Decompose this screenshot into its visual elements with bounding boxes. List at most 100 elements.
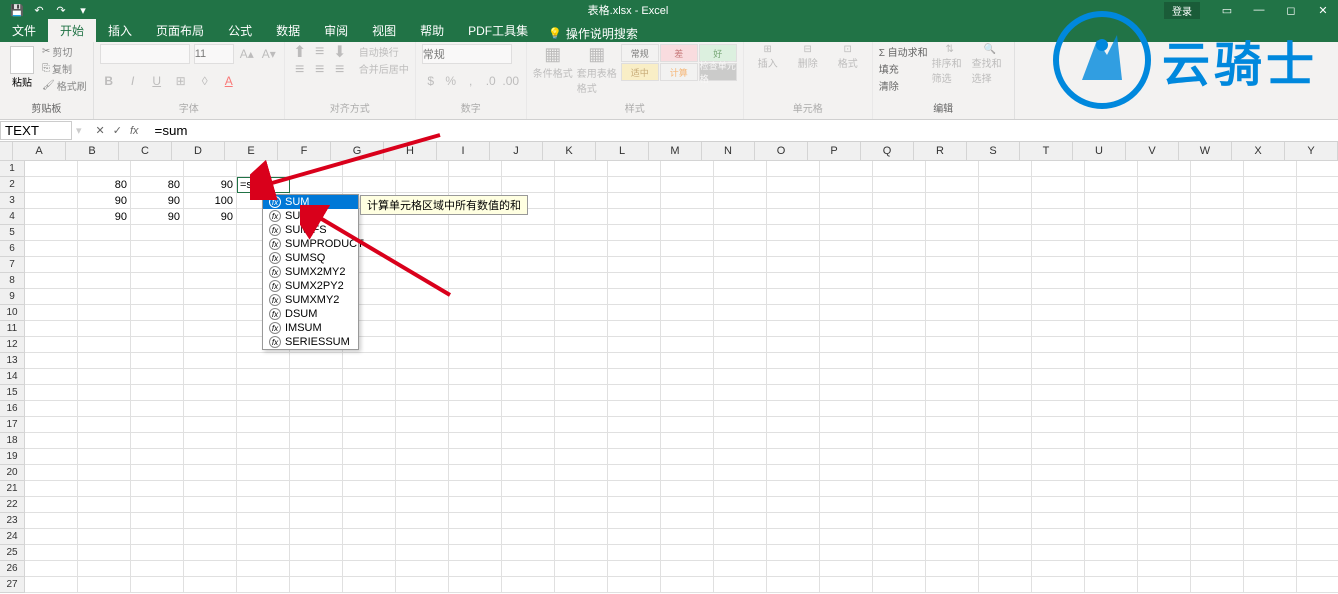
- cell[interactable]: [979, 321, 1032, 337]
- cell[interactable]: [1085, 545, 1138, 561]
- cell[interactable]: [25, 481, 78, 497]
- cell[interactable]: [608, 545, 661, 561]
- cell[interactable]: [25, 385, 78, 401]
- cell[interactable]: [873, 289, 926, 305]
- tab-formulas[interactable]: 公式: [216, 19, 264, 42]
- cell[interactable]: [608, 369, 661, 385]
- font-color-button[interactable]: A: [220, 72, 238, 90]
- cell[interactable]: [343, 513, 396, 529]
- cell[interactable]: [1032, 417, 1085, 433]
- cell[interactable]: [767, 465, 820, 481]
- cell[interactable]: [184, 449, 237, 465]
- autocomplete-item[interactable]: fxIMSUM: [263, 321, 358, 335]
- cell[interactable]: [608, 241, 661, 257]
- cell[interactable]: [1191, 337, 1244, 353]
- cell[interactable]: [661, 449, 714, 465]
- cell[interactable]: [555, 337, 608, 353]
- cell[interactable]: [449, 321, 502, 337]
- cell[interactable]: [714, 337, 767, 353]
- cell[interactable]: [926, 369, 979, 385]
- cell[interactable]: [873, 273, 926, 289]
- cell[interactable]: [873, 449, 926, 465]
- cell[interactable]: [290, 433, 343, 449]
- cell[interactable]: [1138, 465, 1191, 481]
- cell[interactable]: [78, 433, 131, 449]
- cell[interactable]: [555, 305, 608, 321]
- cell[interactable]: [1085, 161, 1138, 177]
- cell[interactable]: [184, 337, 237, 353]
- cell[interactable]: [396, 337, 449, 353]
- cell[interactable]: [820, 177, 873, 193]
- cell[interactable]: [1032, 465, 1085, 481]
- column-header[interactable]: Q: [861, 142, 914, 161]
- cell[interactable]: [767, 401, 820, 417]
- cell[interactable]: [1032, 561, 1085, 577]
- cell[interactable]: [237, 465, 290, 481]
- cell[interactable]: [25, 561, 78, 577]
- cell[interactable]: [1085, 385, 1138, 401]
- align-left-button[interactable]: ≡: [291, 62, 309, 78]
- autosum-button[interactable]: Σ 自动求和: [879, 44, 928, 59]
- row-header[interactable]: 5: [0, 225, 25, 241]
- cell[interactable]: [926, 561, 979, 577]
- cell[interactable]: [78, 545, 131, 561]
- cell[interactable]: [449, 433, 502, 449]
- column-header[interactable]: L: [596, 142, 649, 161]
- cell[interactable]: [714, 513, 767, 529]
- align-top-button[interactable]: ⬆: [291, 44, 309, 60]
- cell[interactable]: [767, 193, 820, 209]
- cell[interactable]: [608, 193, 661, 209]
- cell[interactable]: [979, 241, 1032, 257]
- cell[interactable]: [502, 289, 555, 305]
- cell[interactable]: [873, 545, 926, 561]
- cell[interactable]: [979, 289, 1032, 305]
- cell[interactable]: [78, 417, 131, 433]
- cell[interactable]: [1191, 449, 1244, 465]
- cell[interactable]: [1085, 225, 1138, 241]
- cell[interactable]: [1191, 577, 1244, 593]
- cell[interactable]: [1032, 369, 1085, 385]
- cell[interactable]: [714, 193, 767, 209]
- cell[interactable]: [1138, 225, 1191, 241]
- cell[interactable]: [608, 433, 661, 449]
- cell[interactable]: [1191, 225, 1244, 241]
- cell[interactable]: [661, 353, 714, 369]
- cell[interactable]: [767, 305, 820, 321]
- cell[interactable]: [78, 321, 131, 337]
- cell[interactable]: [1032, 321, 1085, 337]
- cell[interactable]: [1138, 241, 1191, 257]
- cell[interactable]: [1297, 385, 1338, 401]
- cell[interactable]: [1032, 241, 1085, 257]
- cell[interactable]: [25, 305, 78, 321]
- cell[interactable]: [608, 353, 661, 369]
- cell[interactable]: [661, 433, 714, 449]
- cell[interactable]: [1138, 577, 1191, 593]
- cell[interactable]: [1244, 353, 1297, 369]
- cell[interactable]: [555, 401, 608, 417]
- cell[interactable]: [1244, 481, 1297, 497]
- cell[interactable]: [1085, 337, 1138, 353]
- column-header[interactable]: C: [119, 142, 172, 161]
- cell[interactable]: [555, 561, 608, 577]
- number-format-select[interactable]: [422, 44, 512, 64]
- cell[interactable]: [502, 417, 555, 433]
- cell[interactable]: [555, 497, 608, 513]
- cell[interactable]: [1244, 209, 1297, 225]
- cell[interactable]: [661, 209, 714, 225]
- cell[interactable]: [1191, 273, 1244, 289]
- cell[interactable]: [25, 497, 78, 513]
- cell[interactable]: [237, 497, 290, 513]
- cell[interactable]: [661, 161, 714, 177]
- cell[interactable]: [714, 385, 767, 401]
- cell[interactable]: [1297, 449, 1338, 465]
- cell[interactable]: [661, 465, 714, 481]
- row-header[interactable]: 3: [0, 193, 25, 209]
- cell[interactable]: [1191, 161, 1244, 177]
- cell[interactable]: [926, 577, 979, 593]
- cell[interactable]: [979, 385, 1032, 401]
- cell[interactable]: [78, 225, 131, 241]
- cell[interactable]: [184, 561, 237, 577]
- cell[interactable]: [78, 497, 131, 513]
- cell[interactable]: [131, 433, 184, 449]
- column-header[interactable]: N: [702, 142, 755, 161]
